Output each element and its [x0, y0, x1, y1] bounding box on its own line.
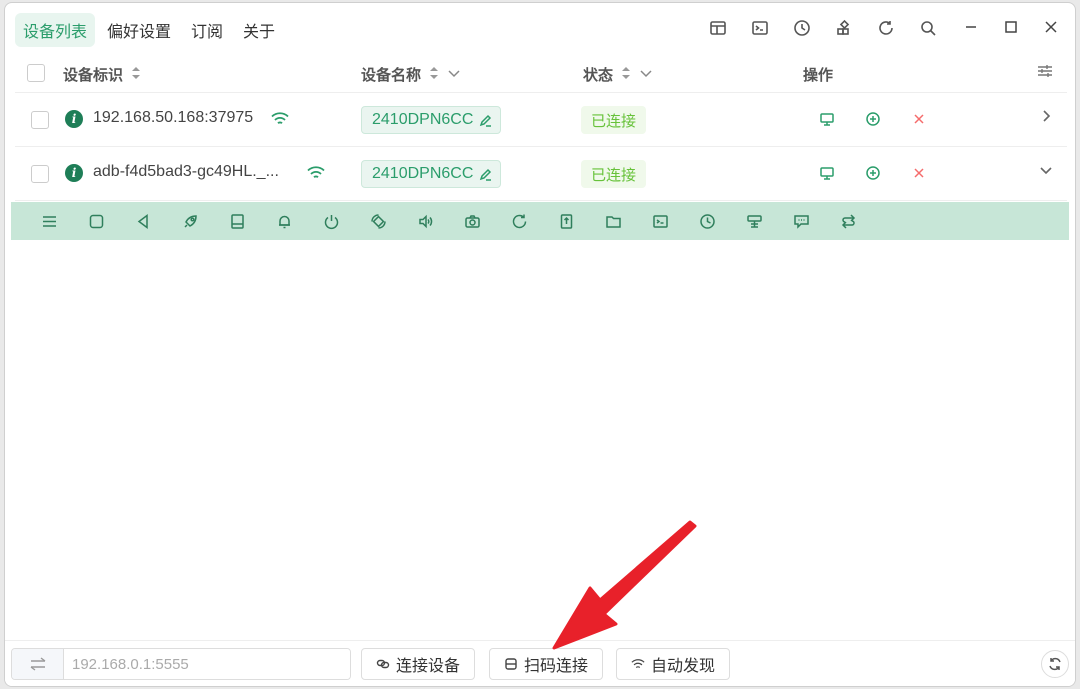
- install-apk-icon[interactable]: [554, 209, 578, 233]
- header-status: 状态: [583, 64, 653, 85]
- address-input[interactable]: [64, 649, 350, 679]
- select-all-checkbox[interactable]: [27, 64, 45, 82]
- history-icon[interactable]: [695, 209, 719, 233]
- filter-chevron-down-icon[interactable]: [639, 66, 653, 84]
- address-field: [11, 648, 351, 680]
- chevron-right-icon[interactable]: [1039, 109, 1053, 128]
- sort-icon[interactable]: [129, 66, 143, 84]
- filter-chevron-down-icon[interactable]: [447, 66, 461, 84]
- terminal-icon[interactable]: [743, 15, 777, 41]
- table-row[interactable]: i 192.168.50.168:37975 2410DPN6CC 已连接: [15, 93, 1067, 147]
- header-actions-label: 操作: [803, 67, 834, 84]
- qr-connect-label: 扫码连接: [524, 658, 589, 675]
- wifi-icon: [307, 165, 325, 186]
- header-name: 设备名称: [361, 64, 461, 85]
- close-icon[interactable]: [1033, 13, 1069, 41]
- switch-icon[interactable]: [836, 209, 860, 233]
- connect-device-button[interactable]: 连接设备: [361, 648, 476, 680]
- window-controls: [953, 13, 1069, 41]
- dock-icon[interactable]: [827, 15, 861, 41]
- main-menu: 设备列表 偏好设置 订阅 关于: [15, 13, 283, 47]
- camera-icon[interactable]: [460, 209, 484, 233]
- connect-device-label: 连接设备: [396, 658, 461, 675]
- menu-preferences[interactable]: 偏好设置: [99, 13, 179, 47]
- mirror-screen-icon[interactable]: [817, 163, 837, 183]
- display-icon[interactable]: [742, 209, 766, 233]
- menu-device-list[interactable]: 设备列表: [15, 13, 96, 47]
- folder-icon[interactable]: [601, 209, 625, 233]
- mirror-screen-icon[interactable]: [817, 109, 837, 129]
- row-checkbox[interactable]: [31, 111, 49, 129]
- device-name: 2410DPN6CC: [372, 111, 474, 128]
- add-circle-icon[interactable]: [863, 109, 883, 129]
- chevron-down-icon[interactable]: [1039, 163, 1053, 182]
- header-status-label: 状态: [583, 67, 614, 84]
- column-settings-icon[interactable]: [1037, 63, 1053, 83]
- sort-icon[interactable]: [619, 66, 633, 84]
- status-badge: 已连接: [581, 106, 647, 134]
- bell-icon[interactable]: [272, 209, 296, 233]
- app-window: 设备列表 偏好设置 订阅 关于 设备标识 设备名称 状态 操作 i 192.16…: [4, 2, 1076, 687]
- power-icon[interactable]: [319, 209, 343, 233]
- row-checkbox[interactable]: [31, 165, 49, 183]
- disconnect-x-icon[interactable]: [909, 163, 929, 183]
- menu-icon[interactable]: [37, 209, 61, 233]
- clock-icon[interactable]: [785, 15, 819, 41]
- menu-subscribe[interactable]: 订阅: [183, 13, 231, 47]
- header-name-label: 设备名称: [361, 67, 422, 84]
- table-header: 设备标识 设备名称 状态 操作: [15, 53, 1067, 93]
- edit-pencil-icon[interactable]: [479, 168, 492, 181]
- refresh-icon[interactable]: [869, 15, 903, 41]
- wifi-icon: [271, 111, 289, 132]
- minimize-icon[interactable]: [953, 13, 989, 41]
- header-actions: 操作: [803, 64, 833, 85]
- device-name-tag[interactable]: 2410DPN6CC: [361, 160, 502, 188]
- device-serial: adb-f4d5bad3-gc49HL._...: [93, 163, 279, 180]
- toolbar: [701, 15, 945, 41]
- layout-icon[interactable]: [701, 15, 735, 41]
- qr-connect-button[interactable]: 扫码连接: [489, 648, 604, 680]
- back-icon[interactable]: [131, 209, 155, 233]
- link-icon: [376, 659, 390, 669]
- header-serial: 设备标识: [63, 64, 143, 85]
- device-name: 2410DPN6CC: [372, 165, 474, 182]
- auto-discover-button[interactable]: 自动发现: [616, 648, 731, 680]
- info-icon[interactable]: i: [65, 110, 83, 128]
- reboot-icon[interactable]: [507, 209, 531, 233]
- edit-pencil-icon[interactable]: [479, 114, 492, 127]
- sort-icon[interactable]: [427, 66, 441, 84]
- refresh-devices-icon[interactable]: [1041, 650, 1069, 678]
- home-icon[interactable]: [84, 209, 108, 233]
- rocket-icon[interactable]: [178, 209, 202, 233]
- device-name-tag[interactable]: 2410DPN6CC: [361, 106, 502, 134]
- status-badge: 已连接: [581, 160, 647, 188]
- auto-discover-label: 自动发现: [651, 658, 716, 675]
- swap-icon: [12, 649, 64, 679]
- device-serial: 192.168.50.168:37975: [93, 109, 254, 126]
- search-icon[interactable]: [911, 15, 945, 41]
- add-circle-icon[interactable]: [863, 163, 883, 183]
- table-row[interactable]: i adb-f4d5bad3-gc49HL._... 2410DPN6CC 已连…: [15, 147, 1067, 201]
- shell-icon[interactable]: [648, 209, 672, 233]
- bottom-bar: 连接设备 扫码连接 自动发现: [5, 640, 1075, 686]
- menu-about[interactable]: 关于: [235, 13, 283, 47]
- header-serial-label: 设备标识: [63, 67, 124, 84]
- disconnect-x-icon[interactable]: [909, 109, 929, 129]
- top-bar: 设备列表 偏好设置 订阅 关于: [5, 3, 1075, 51]
- message-icon[interactable]: [789, 209, 813, 233]
- notification-bar-icon[interactable]: [225, 209, 249, 233]
- wifi-icon: [631, 659, 645, 669]
- rotate-icon[interactable]: [366, 209, 390, 233]
- device-control-bar: [11, 202, 1069, 240]
- info-icon[interactable]: i: [65, 164, 83, 182]
- volume-icon[interactable]: [413, 209, 437, 233]
- scan-icon: [505, 658, 517, 670]
- maximize-icon[interactable]: [993, 13, 1029, 41]
